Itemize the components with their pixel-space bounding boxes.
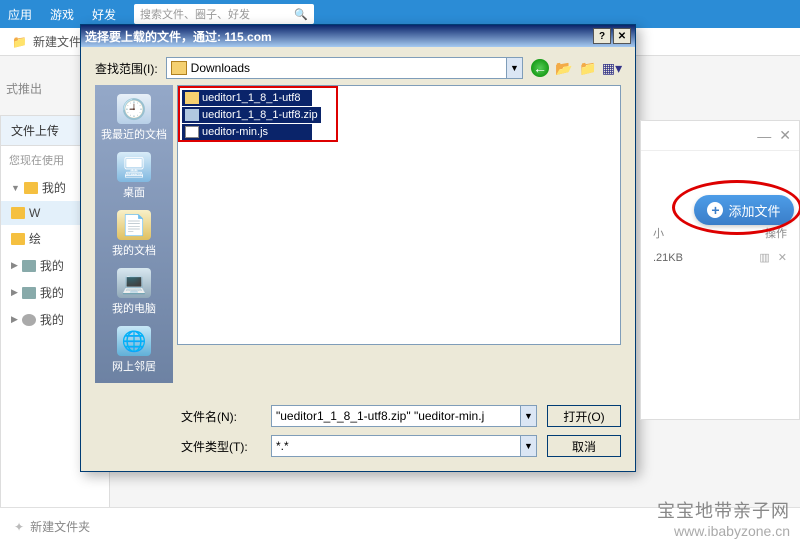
dialog-titlebar[interactable]: 选择要上载的文件，通过: 115.com ? ✕ — [81, 25, 635, 47]
file-size: .21KB — [653, 252, 683, 264]
watermark: 宝宝地带亲子网 www.ibabyzone.cn — [657, 497, 790, 539]
panel-controls: — ✕ — [641, 121, 799, 151]
dialog-title: 选择要上载的文件，通过: 115.com — [85, 28, 591, 45]
folder-icon — [24, 182, 38, 194]
folder-icon[interactable]: ▥ — [759, 251, 769, 264]
col-size: 小 — [653, 225, 664, 241]
place-my-documents[interactable]: 📄我的文档 — [97, 207, 171, 261]
right-panel: — ✕ 小 操作 .21KB ▥ ✕ — [640, 120, 800, 420]
folder-icon — [11, 233, 25, 245]
places-bar: 🕘我最近的文档 🖥桌面 📄我的文档 💻我的电脑 🌐网上邻居 — [95, 85, 173, 383]
file-open-dialog: 选择要上载的文件，通过: 115.com ? ✕ 查找范围(I): Downlo… — [80, 24, 636, 472]
chevron-down-icon[interactable]: ▼ — [520, 406, 536, 426]
chevron-down-icon[interactable]: ▼ — [506, 58, 522, 78]
computer-icon: 💻 — [117, 268, 151, 298]
plus-icon: + — [707, 202, 723, 218]
folder-icon — [185, 92, 199, 104]
filename-input[interactable]: "ueditor1_1_8_1-utf8.zip" "ueditor-min.j… — [271, 405, 537, 427]
zip-icon — [185, 109, 199, 121]
chevron-down-icon[interactable]: ▼ — [520, 436, 536, 456]
search-placeholder: 搜索文件、圈子、好发 — [140, 6, 250, 22]
star-icon: ✦ — [14, 520, 24, 534]
file-item[interactable]: ueditor-min.js — [182, 124, 312, 140]
back-icon[interactable]: ← — [531, 59, 549, 77]
new-folder-icon[interactable]: 📁 — [579, 59, 597, 77]
file-item[interactable]: ueditor1_1_8_1-utf8 — [182, 90, 312, 106]
watermark-title: 宝宝地带亲子网 — [657, 497, 790, 523]
close-button[interactable]: ✕ — [613, 28, 631, 44]
desktop-icon: 🖥 — [117, 152, 151, 182]
nav-item[interactable]: 好发 — [92, 6, 116, 23]
close-icon[interactable]: ✕ — [779, 127, 791, 144]
filetype-label: 文件类型(T): — [181, 438, 261, 455]
look-in-label: 查找范围(I): — [95, 60, 158, 77]
documents-icon: 📄 — [117, 210, 151, 240]
nav-item[interactable]: 游戏 — [50, 6, 74, 23]
nav-item[interactable]: 应用 — [8, 6, 32, 23]
disk-icon — [22, 287, 36, 299]
cancel-button[interactable]: 取消 — [547, 435, 621, 457]
look-in-value: Downloads — [191, 61, 250, 75]
filetype-dropdown[interactable]: *.* ▼ — [271, 435, 537, 457]
open-button[interactable]: 打开(O) — [547, 405, 621, 427]
folder-icon — [171, 61, 187, 75]
file-item[interactable]: ueditor1_1_8_1-utf8.zip — [182, 107, 321, 123]
delete-icon[interactable]: ✕ — [778, 251, 787, 264]
add-file-button[interactable]: + 添加文件 — [694, 195, 794, 225]
view-menu-icon[interactable]: ▦▾ — [603, 59, 621, 77]
place-network[interactable]: 🌐网上邻居 — [97, 323, 171, 377]
new-folder-link[interactable]: 新建文件夹 — [30, 518, 90, 535]
file-row[interactable]: .21KB ▥ ✕ — [641, 247, 799, 268]
search-input[interactable]: 搜索文件、圈子、好发 🔍 — [134, 4, 314, 24]
subtext: 式推出 — [6, 80, 42, 97]
place-desktop[interactable]: 🖥桌面 — [97, 149, 171, 203]
search-icon[interactable]: 🔍 — [294, 8, 308, 21]
watermark-url: www.ibabyzone.cn — [657, 523, 790, 539]
file-list[interactable]: ueditor1_1_8_1-utf8 ueditor1_1_8_1-utf8.… — [177, 85, 621, 345]
filename-label: 文件名(N): — [181, 408, 261, 425]
disk-icon — [22, 260, 36, 272]
col-ops: 操作 — [765, 225, 787, 241]
place-recent[interactable]: 🕘我最近的文档 — [97, 91, 171, 145]
help-button[interactable]: ? — [593, 28, 611, 44]
folder-plus-icon: 📁 — [12, 35, 27, 49]
look-in-dropdown[interactable]: Downloads ▼ — [166, 57, 523, 79]
minimize-icon[interactable]: — — [757, 128, 771, 144]
music-icon — [22, 314, 36, 326]
network-icon: 🌐 — [117, 326, 151, 356]
js-file-icon — [185, 126, 199, 138]
dialog-toolbar: ← 📂 📁 ▦▾ — [531, 59, 621, 77]
recent-icon: 🕘 — [117, 94, 151, 124]
place-my-computer[interactable]: 💻我的电脑 — [97, 265, 171, 319]
up-one-level-icon[interactable]: 📂 — [555, 59, 573, 77]
folder-icon — [11, 207, 25, 219]
